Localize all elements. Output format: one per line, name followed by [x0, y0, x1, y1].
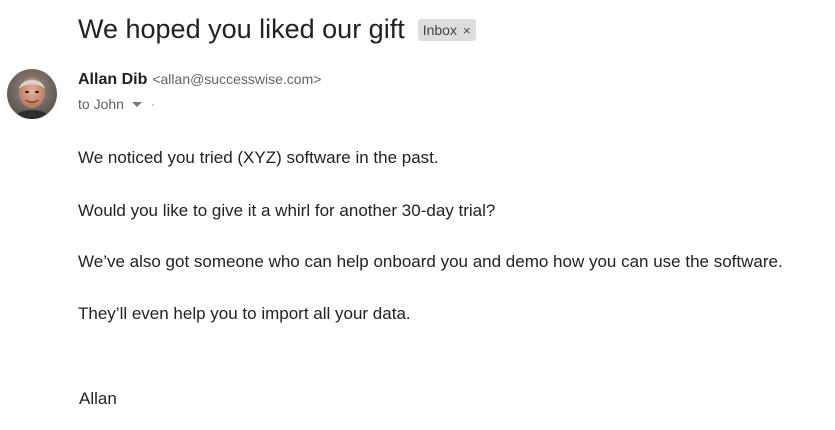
message-paragraph-3: We’ve also got someone who can help onbo…	[78, 252, 783, 271]
message-paragraph-1: We noticed you tried (XYZ) software in t…	[78, 148, 439, 167]
recipient-text: to John	[78, 96, 124, 112]
remove-label-icon[interactable]: ×	[463, 23, 471, 38]
subject-row: We hoped you liked our gift Inbox ×	[78, 10, 476, 48]
inbox-label-chip[interactable]: Inbox ×	[417, 19, 476, 41]
message-paragraph-4: They’ll even help you to import all your…	[78, 304, 411, 323]
message-paragraph-2: Would you like to give it a whirl for an…	[78, 201, 496, 220]
sender-avatar[interactable]	[7, 69, 57, 119]
sender-email: <allan@successwise.com>	[152, 71, 322, 87]
inbox-label-text: Inbox	[422, 22, 457, 38]
dot-icon: ·	[150, 97, 155, 111]
chevron-down-icon[interactable]	[131, 101, 142, 107]
sender-row: Allan Dib <allan@successwise.com>	[78, 71, 321, 89]
message-signature: Allan	[79, 389, 117, 408]
avatar-photo-icon	[7, 69, 57, 119]
sender-name[interactable]: Allan Dib	[78, 71, 147, 89]
email-subject: We hoped you liked our gift	[78, 14, 405, 44]
recipient-row: to John ·	[78, 96, 155, 112]
